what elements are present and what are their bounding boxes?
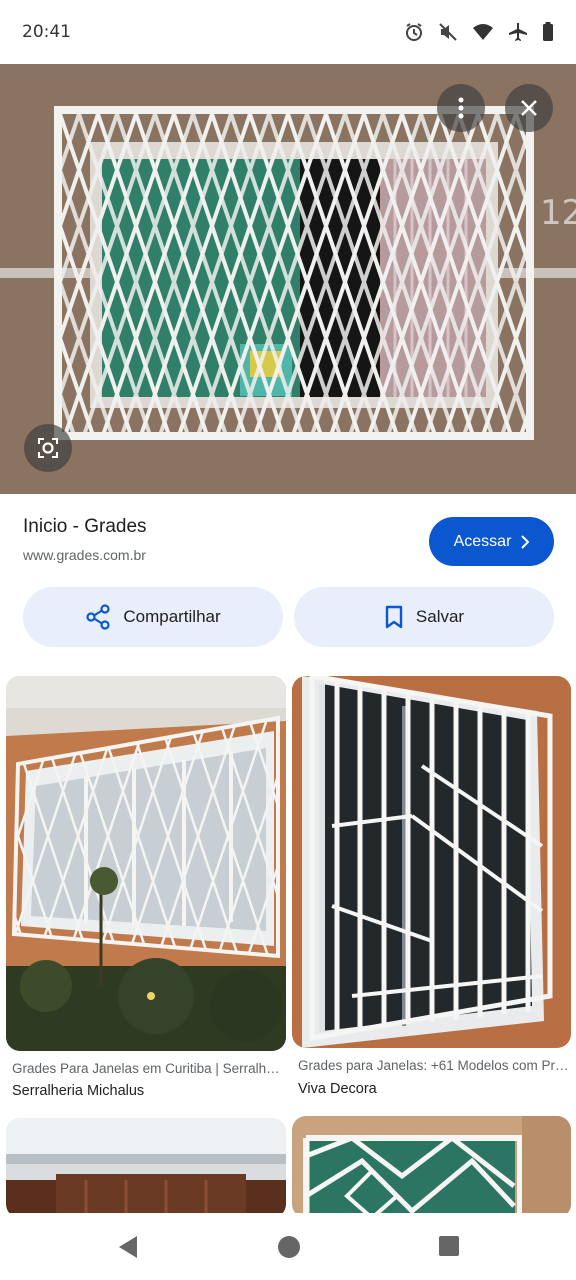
save-label: Salvar	[415, 607, 465, 626]
share-icon	[86, 604, 110, 630]
lens-icon	[38, 438, 58, 458]
related-caption[interactable]: Grades para Janelas: +61 Modelos com Pre…	[298, 1058, 570, 1073]
window-grille-photo: 12	[0, 64, 576, 494]
back-icon[interactable]	[117, 1235, 139, 1259]
related-photo-diamond-grille	[6, 676, 286, 1051]
mute-icon	[439, 23, 457, 41]
lens-button[interactable]	[24, 424, 72, 472]
visit-button[interactable]: Acessar	[429, 517, 554, 566]
status-icons	[404, 22, 554, 42]
related-source[interactable]: Serralheria Michalus	[12, 1083, 144, 1099]
related-photo-bar-grille	[292, 676, 571, 1048]
status-time: 20:41	[22, 22, 71, 42]
battery-icon	[543, 22, 553, 41]
chevron-right-icon	[521, 534, 530, 549]
result-url[interactable]: www.grades.com.br	[23, 547, 146, 563]
visit-button-label: Acessar	[453, 532, 512, 550]
main-image[interactable]: 12	[0, 64, 576, 494]
airplane-icon	[509, 23, 527, 41]
related-source[interactable]: Viva Decora	[298, 1081, 377, 1097]
related-image[interactable]	[6, 676, 286, 1051]
related-photo-door	[6, 1118, 286, 1218]
related-image[interactable]	[6, 1118, 286, 1218]
related-photo-geometric-grille	[292, 1116, 571, 1218]
related-image[interactable]	[292, 1116, 571, 1218]
status-bar: 20:41	[0, 0, 576, 64]
house-number: 12	[540, 193, 576, 233]
close-button[interactable]	[505, 84, 553, 132]
bookmark-icon	[385, 605, 403, 629]
alarm-icon	[406, 23, 422, 41]
share-label: Compartilhar	[123, 607, 221, 626]
share-button[interactable]: Compartilhar	[23, 587, 283, 647]
related-image[interactable]	[292, 676, 571, 1048]
result-title[interactable]: Inicio - Grades	[23, 516, 147, 538]
recents-icon[interactable]	[438, 1235, 460, 1257]
more-vert-icon	[458, 97, 464, 119]
save-button[interactable]: Salvar	[294, 587, 554, 647]
more-options-button[interactable]	[437, 84, 485, 132]
wifi-icon	[473, 24, 493, 40]
close-icon	[521, 100, 537, 116]
home-icon[interactable]	[277, 1235, 301, 1259]
navigation-bar	[0, 1213, 576, 1280]
related-caption[interactable]: Grades Para Janelas em Curitiba | Serral…	[12, 1061, 284, 1076]
